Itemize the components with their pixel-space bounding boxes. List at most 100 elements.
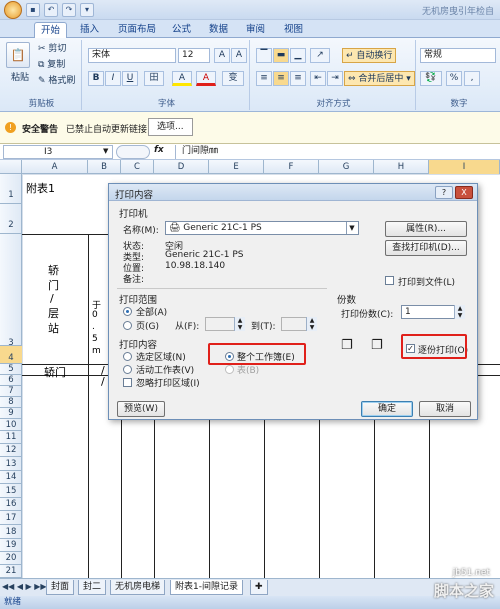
font-size-select[interactable]: 12	[178, 48, 210, 63]
underline-button[interactable]: U	[122, 71, 138, 86]
orientation-icon[interactable]: ↗	[310, 48, 330, 63]
undo-icon[interactable]: ↶	[44, 3, 58, 17]
name-box[interactable]: I3	[3, 145, 113, 159]
row-header-13[interactable]: 13	[0, 457, 22, 471]
align-bottom-icon[interactable]: ▁	[290, 48, 306, 63]
copy-button[interactable]: ⧉ 复制	[34, 57, 69, 72]
help-button[interactable]: ?	[435, 186, 453, 199]
table-radio[interactable]	[225, 365, 234, 374]
row-header-20[interactable]: 20	[0, 552, 22, 565]
fill-color-icon[interactable]: A	[172, 71, 192, 86]
column-header-f[interactable]: F	[264, 160, 319, 174]
cell-b6[interactable]: /	[101, 375, 105, 388]
insert-sheet-icon[interactable]: ✚	[250, 580, 268, 595]
row-header-10[interactable]: 10	[0, 419, 22, 431]
shrink-font-button[interactable]: A	[231, 48, 247, 63]
sheet-tab-appendix1[interactable]: 附表1-间隙记录	[170, 580, 243, 595]
percent-button[interactable]: %	[446, 71, 462, 86]
properties-button[interactable]: 属性(R)...	[385, 221, 467, 237]
row-header-9[interactable]: 9	[0, 408, 22, 419]
sheet-tab-cover2[interactable]: 封二	[78, 580, 107, 595]
row-header-8[interactable]: 8	[0, 397, 22, 408]
cell-a1[interactable]: 附表1	[26, 180, 55, 196]
tab-formulas[interactable]: 公式	[166, 22, 197, 38]
cell-a5[interactable]: 轿门	[44, 364, 66, 380]
column-header-g[interactable]: G	[319, 160, 374, 174]
column-header-a[interactable]: A	[22, 160, 88, 174]
column-header-d[interactable]: D	[154, 160, 209, 174]
row-header-5[interactable]: 5	[0, 364, 22, 375]
number-format-select[interactable]: 常规	[420, 48, 496, 63]
row-header-12[interactable]: 12	[0, 444, 22, 457]
ok-button[interactable]: 确定	[361, 401, 413, 417]
printer-name-select[interactable]: 🖨 Generic 21C-1 PS ▼	[165, 221, 359, 235]
copies-spinner-icon[interactable]: ▲ ▼	[454, 305, 465, 319]
paste-button[interactable]: 粘贴	[7, 70, 33, 85]
security-options-button[interactable]: 选项...	[148, 118, 193, 136]
close-button[interactable]: X	[455, 186, 473, 199]
formula-input[interactable]: 门间隙㎜	[175, 145, 497, 159]
selection-radio[interactable]	[123, 352, 132, 361]
select-all-button[interactable]	[0, 160, 22, 174]
row-header-16[interactable]: 16	[0, 498, 22, 511]
font-color-icon[interactable]: A	[196, 71, 216, 86]
tab-page-layout[interactable]: 页面布局	[112, 22, 162, 38]
preview-button[interactable]: 预览(W)	[117, 401, 165, 417]
office-button[interactable]	[4, 1, 22, 19]
align-top-icon[interactable]: ▔	[256, 48, 272, 63]
tab-insert[interactable]: 插入	[74, 22, 105, 38]
row-header-21[interactable]: 21	[0, 565, 22, 578]
tab-view[interactable]: 视图	[278, 22, 309, 38]
column-header-c[interactable]: C	[121, 160, 154, 174]
chevron-down-icon[interactable]: ▼	[346, 222, 357, 234]
currency-icon[interactable]: 💱	[420, 71, 442, 86]
cancel-button[interactable]: 取消	[419, 401, 471, 417]
sheet-nav-arrows-icon[interactable]: ◀◀ ◀ ▶ ▶▶	[2, 582, 47, 591]
insert-function-button[interactable]: fx	[154, 145, 164, 155]
print-to-file-checkbox[interactable]	[385, 276, 394, 285]
bold-button[interactable]: B	[88, 71, 104, 86]
range-pages-radio[interactable]	[123, 321, 132, 330]
italic-button[interactable]: I	[105, 71, 121, 86]
save-icon[interactable]: ▪	[26, 3, 40, 17]
row-header-11[interactable]: 11	[0, 431, 22, 444]
row-header-14[interactable]: 14	[0, 471, 22, 484]
format-painter-button[interactable]: ✎ 格式刷	[34, 73, 79, 88]
sheet-tab-cover[interactable]: 封面	[46, 580, 75, 595]
row-header-3[interactable]: 3	[0, 234, 22, 348]
cut-button[interactable]: ✂ 剪切	[34, 41, 70, 56]
font-name-select[interactable]: 宋体	[88, 48, 176, 63]
border-icon[interactable]: 田	[144, 71, 164, 86]
row-header-2[interactable]: 2	[0, 204, 22, 234]
row-header-7[interactable]: 7	[0, 386, 22, 397]
range-all-radio[interactable]	[123, 307, 132, 316]
align-center-icon[interactable]: ≡	[273, 71, 289, 86]
phonetic-icon[interactable]: 变	[222, 71, 244, 86]
customize-icon[interactable]: ▾	[80, 3, 94, 17]
increase-indent-icon[interactable]: ⇥	[327, 71, 343, 86]
sheet-tab-elevator[interactable]: 无机房电梯	[110, 580, 166, 595]
find-printer-button[interactable]: 查找打印机(D)...	[385, 240, 467, 256]
name-box-dropdown-icon[interactable]: ▼	[103, 147, 108, 155]
wrap-text-button[interactable]: ↵ 自动换行	[342, 48, 397, 63]
align-left-icon[interactable]: ≡	[256, 71, 272, 86]
tab-review[interactable]: 审阅	[240, 22, 271, 38]
to-spinner-icon[interactable]: ▲ ▼	[306, 317, 317, 331]
active-sheets-radio[interactable]	[123, 365, 132, 374]
decrease-indent-icon[interactable]: ⇤	[310, 71, 326, 86]
row-header-1[interactable]: 1	[0, 174, 22, 204]
column-header-h[interactable]: H	[374, 160, 429, 174]
row-header-18[interactable]: 18	[0, 525, 22, 539]
tab-data[interactable]: 数据	[203, 22, 234, 38]
row-header-6[interactable]: 6	[0, 375, 22, 386]
grow-font-button[interactable]: A	[214, 48, 230, 63]
from-spinner-icon[interactable]: ▲ ▼	[234, 317, 245, 331]
column-header-b[interactable]: B	[88, 160, 121, 174]
row-header-17[interactable]: 17	[0, 511, 22, 525]
formula-bar-expander[interactable]	[116, 145, 150, 159]
paste-icon[interactable]: 📋	[6, 42, 30, 68]
align-right-icon[interactable]: ≡	[290, 71, 306, 86]
comma-button[interactable]: ,	[464, 71, 480, 86]
row-header-19[interactable]: 19	[0, 539, 22, 552]
column-header-e[interactable]: E	[209, 160, 264, 174]
